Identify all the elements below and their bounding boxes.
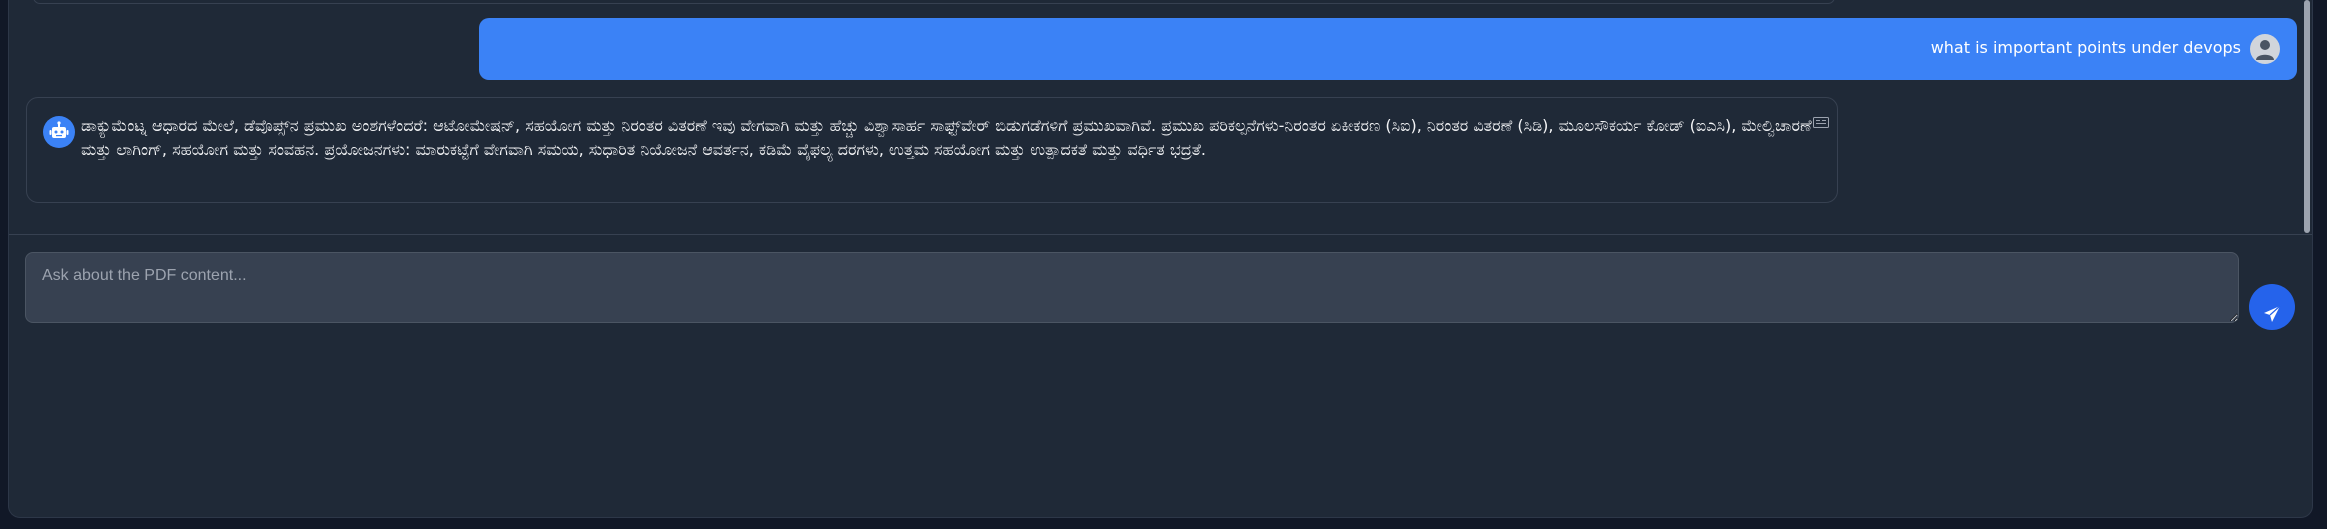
bot-message-text: ಡಾಕ್ಯುಮೆಂಟ್ನ ಆಧಾರದ ಮೇಲೆ, ಡೆವೊಪ್ಸ್‌ನ ಪ್ರಮ… <box>81 116 1812 159</box>
chat-panel: what is important points under devops ಡಾ… <box>8 0 2313 518</box>
copy-icon[interactable] <box>1813 113 1829 128</box>
chat-scrollbar[interactable] <box>2302 0 2312 234</box>
paper-plane-icon <box>2264 305 2281 322</box>
chat-scrollbar-thumb[interactable] <box>2304 0 2310 233</box>
user-avatar-icon <box>2250 34 2280 64</box>
bot-message-bubble: ಡಾಕ್ಯುಮೆಂಟ್ನ ಆಧಾರದ ಮೇಲೆ, ಡೆವೊಪ್ಸ್‌ನ ಪ್ರಮ… <box>26 97 1838 203</box>
previous-message-edge <box>33 0 1835 4</box>
robot-icon <box>43 116 75 148</box>
send-button[interactable] <box>2249 284 2295 330</box>
chat-messages-area[interactable]: what is important points under devops ಡಾ… <box>9 0 2312 235</box>
question-input[interactable] <box>25 252 2239 323</box>
user-message-bubble: what is important points under devops <box>479 18 2297 80</box>
user-message-text: what is important points under devops <box>1930 38 2241 57</box>
